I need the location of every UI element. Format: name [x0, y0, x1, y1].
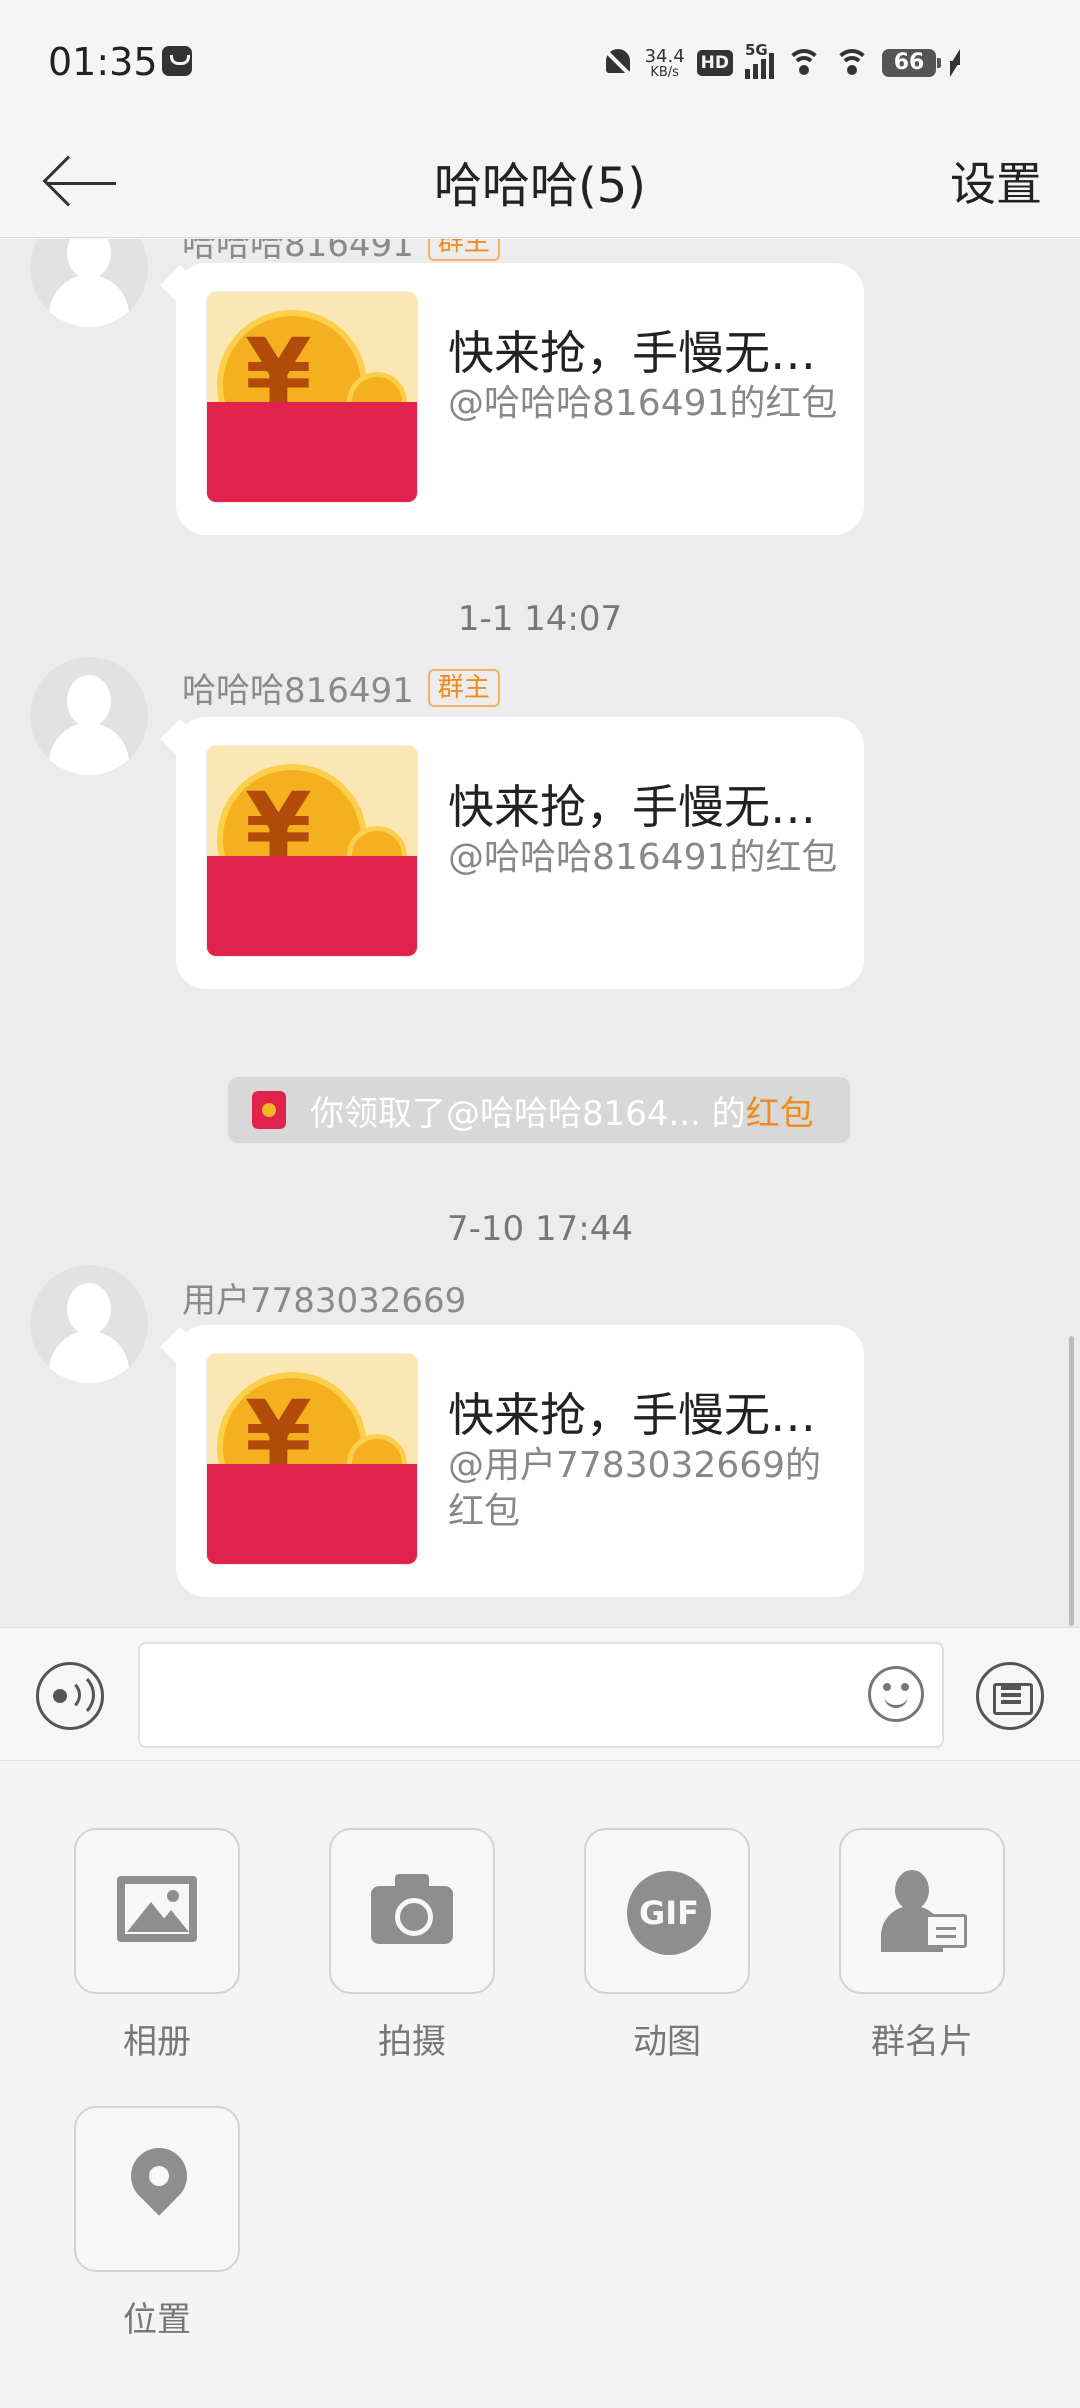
tool-label: 群名片 [871, 2022, 973, 2062]
voice-icon[interactable] [36, 1662, 104, 1730]
hd-icon: HD [696, 50, 733, 76]
camera-button[interactable] [329, 1828, 495, 1994]
group-card-icon [879, 1870, 971, 1956]
tool-location[interactable]: 位置 [74, 2106, 240, 2341]
location-button[interactable] [74, 2106, 240, 2272]
net-speed-unit: KB/s [650, 64, 679, 80]
sender-label: 用户7783032669 [182, 1281, 467, 1321]
notification-icon [162, 46, 192, 76]
system-text: 你领取了@哈哈哈8164... 的 [310, 1093, 746, 1134]
message-input[interactable] [138, 1642, 944, 1748]
album-icon [117, 1876, 197, 1942]
chat-header: 哈哈哈(5) 设置 [0, 128, 1080, 238]
owner-badge: 群主 [427, 668, 500, 707]
red-packet-icon: ¥ [206, 1353, 418, 1565]
red-packet-subtitle: @用户7783032669的红包 [448, 1445, 822, 1532]
tool-label: 拍摄 [378, 2022, 446, 2062]
charging-icon [948, 49, 962, 77]
net-speed: 34.4 KB/s [644, 45, 685, 80]
signal-icon: 5G [745, 41, 774, 79]
net-speed-value: 34.4 [644, 45, 685, 67]
tool-label: 位置 [123, 2300, 191, 2340]
red-packet-icon: ¥ [206, 291, 418, 503]
red-packet-message[interactable]: ¥ 快来抢，手慢无… @哈哈哈816491的红包 [176, 717, 864, 989]
group-card-button[interactable] [839, 1828, 1005, 1994]
red-packet-icon: ¥ [206, 745, 418, 957]
status-time: 01:35 [48, 40, 158, 84]
keyboard-icon[interactable] [976, 1662, 1044, 1730]
location-icon [119, 2136, 199, 2216]
scrollbar[interactable] [1069, 1336, 1074, 1626]
sender-name: 用户7783032669 [182, 1273, 466, 1322]
tool-label: 动图 [633, 2022, 701, 2062]
red-packet-link[interactable]: 红包 [746, 1086, 814, 1135]
gif-icon: GIF [627, 1871, 711, 1955]
tool-group-card[interactable]: 群名片 [839, 1828, 1005, 2063]
timestamp: 1-1 14:07 [457, 599, 623, 639]
avatar[interactable] [30, 657, 148, 775]
owner-badge: 群主 [427, 239, 500, 261]
red-packet-small-icon [252, 1091, 286, 1129]
red-packet-title: 快来抢，手慢无… [448, 326, 816, 380]
chat-title: 哈哈哈(5) [434, 158, 646, 214]
tool-album[interactable]: 相册 [74, 1828, 240, 2063]
mute-icon [602, 47, 633, 79]
red-packet-subtitle: @哈哈哈816491的红包 [448, 383, 838, 424]
red-packet-message[interactable]: ¥ 快来抢，手慢无… @用户7783032669的红包 [176, 1325, 864, 1597]
battery-icon: 66 [882, 49, 941, 77]
red-packet-title: 快来抢，手慢无… [448, 780, 816, 834]
sender-name: 哈哈哈816491 群主 [182, 663, 500, 712]
status-bar: 01:35 34.4 KB/s HD 5G 66 [0, 0, 1080, 128]
input-bar [0, 1627, 1080, 1761]
network-type: 5G [745, 41, 768, 59]
settings-button[interactable]: 设置 [950, 148, 1042, 214]
sender-name: 哈哈哈816491 群主 [182, 239, 500, 266]
timestamp: 7-10 17:44 [447, 1209, 633, 1249]
avatar[interactable] [30, 1265, 148, 1383]
gif-button[interactable]: GIF [584, 1828, 750, 1994]
album-button[interactable] [74, 1828, 240, 1994]
sender-label: 哈哈哈816491 [182, 671, 414, 711]
emoji-icon[interactable] [868, 1666, 924, 1722]
tool-label: 相册 [123, 2022, 191, 2062]
tool-gif[interactable]: GIF 动图 [584, 1828, 750, 2063]
red-packet-message[interactable]: ¥ 快来抢，手慢无… @哈哈哈816491的红包 [176, 263, 864, 535]
wifi-icon [786, 49, 822, 77]
system-notice[interactable]: 你领取了@哈哈哈8164... 的 红包 [228, 1077, 850, 1143]
message-list[interactable]: 哈哈哈816491 群主 ¥ 快来抢，手慢无… @哈哈哈816491的红包 1-… [0, 239, 1080, 1627]
status-icons: 34.4 KB/s HD 5G 66 [602, 38, 962, 88]
red-packet-subtitle: @哈哈哈816491的红包 [448, 837, 838, 878]
tools-panel: 相册 拍摄 GIF 动图 群名片 位置 [0, 1762, 1080, 2408]
sender-label: 哈哈哈816491 [182, 239, 414, 265]
tool-camera[interactable]: 拍摄 [329, 1828, 495, 2063]
wifi-icon [834, 49, 870, 77]
red-packet-title: 快来抢，手慢无… [448, 1388, 816, 1442]
camera-icon [371, 1874, 453, 1944]
avatar[interactable] [30, 239, 148, 327]
